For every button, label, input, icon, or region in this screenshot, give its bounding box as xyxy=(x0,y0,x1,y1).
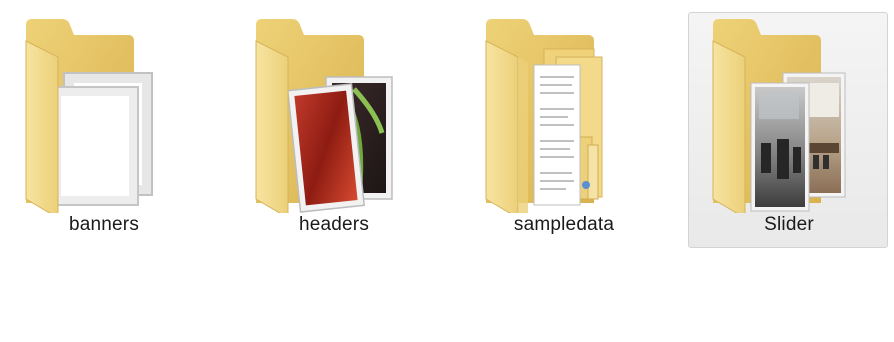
folder-item-headers[interactable]: headers xyxy=(233,12,433,248)
folder-label-headers: headers xyxy=(298,214,370,235)
folder-label-sampledata: sampledata xyxy=(513,214,615,235)
folder-item-sampledata[interactable]: sampledata xyxy=(463,12,663,248)
folder-label-banners: banners xyxy=(68,214,140,235)
folder-headers-icon xyxy=(234,13,434,213)
folder-item-slider[interactable]: Slider xyxy=(688,12,888,248)
folder-slider-icon xyxy=(689,13,889,213)
folder-label-slider: Slider xyxy=(764,214,814,235)
folder-sampledata-icon xyxy=(464,13,664,213)
folder-view: banners headers sampledata Slider xyxy=(0,0,894,342)
folder-banners-icon xyxy=(4,13,204,213)
folder-item-banners[interactable]: banners xyxy=(3,12,203,248)
